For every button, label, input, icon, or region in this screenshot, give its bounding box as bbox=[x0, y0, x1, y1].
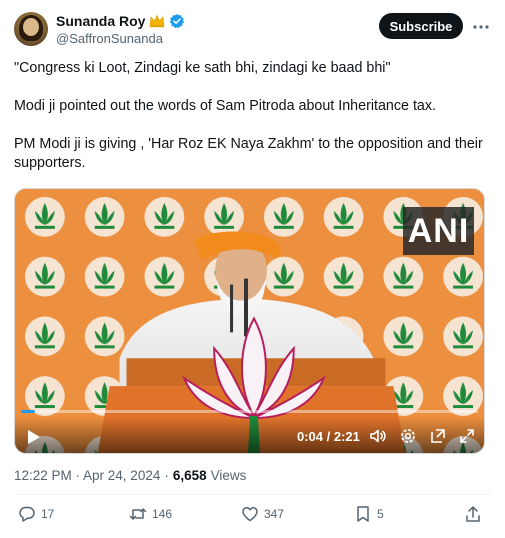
avatar-face bbox=[23, 18, 39, 36]
like-button[interactable]: 347 bbox=[241, 505, 284, 523]
heart-icon bbox=[242, 507, 258, 522]
tweet-text: "Congress ki Loot, Zindagi ke sath bhi, … bbox=[14, 59, 494, 173]
meta-separator: · bbox=[164, 468, 169, 483]
fullscreen-icon[interactable] bbox=[458, 427, 476, 445]
crown-icon bbox=[150, 14, 165, 28]
video-time: 0:04 / 2:21 bbox=[297, 429, 360, 444]
volume-icon[interactable] bbox=[369, 427, 387, 445]
bookmark-count: 5 bbox=[377, 507, 384, 521]
bookmark-icon bbox=[357, 506, 369, 522]
tweet-paragraph: "Congress ki Loot, Zindagi ke sath bhi, … bbox=[14, 60, 391, 76]
share-button[interactable] bbox=[464, 505, 482, 523]
reply-button[interactable]: 17 bbox=[18, 505, 54, 523]
tweet-meta: 12:22 PM · Apr 24, 2024 · 6,658 Views bbox=[14, 468, 246, 483]
views-count: 6,658 bbox=[172, 468, 207, 483]
like-count: 347 bbox=[264, 507, 285, 521]
more-options-icon[interactable] bbox=[472, 18, 490, 36]
ani-watermark: ANI bbox=[403, 207, 474, 255]
video-progress-bar[interactable] bbox=[21, 410, 478, 413]
views-label: Views bbox=[210, 468, 247, 483]
play-icon[interactable] bbox=[27, 429, 41, 445]
author-handle[interactable]: @SaffronSunanda bbox=[56, 31, 163, 46]
tweet-paragraph: Modi ji pointed out the words of Sam Pit… bbox=[14, 98, 437, 114]
repost-count: 146 bbox=[152, 507, 173, 521]
author-display-name[interactable]: Sunanda Roy bbox=[56, 13, 145, 29]
video-progress-fill bbox=[21, 410, 35, 413]
reply-icon bbox=[19, 506, 35, 522]
avatar[interactable] bbox=[14, 12, 48, 46]
share-icon bbox=[466, 506, 480, 522]
settings-icon[interactable] bbox=[399, 427, 417, 445]
pip-icon[interactable] bbox=[429, 427, 447, 445]
subscribe-button[interactable]: Subscribe bbox=[379, 13, 463, 39]
bookmark-button[interactable]: 5 bbox=[354, 505, 384, 523]
author-name-row: Sunanda Roy bbox=[56, 12, 185, 30]
repost-button[interactable]: 146 bbox=[129, 505, 172, 523]
tweet-card: Sunanda Roy @SaffronSunanda Subscribe "C… bbox=[0, 0, 505, 538]
tweet-paragraph: PM Modi ji is giving , 'Har Roz EK Naya … bbox=[14, 136, 483, 171]
video-player[interactable]: ANI 0:04 / 2:21 bbox=[14, 188, 485, 454]
divider bbox=[14, 494, 491, 495]
timestamp[interactable]: 12:22 PM · Apr 24, 2024 bbox=[14, 468, 160, 483]
verified-icon bbox=[170, 14, 185, 29]
reply-count: 17 bbox=[41, 507, 55, 521]
action-bar: 17 146 347 5 bbox=[0, 505, 505, 527]
repost-icon bbox=[129, 508, 147, 520]
